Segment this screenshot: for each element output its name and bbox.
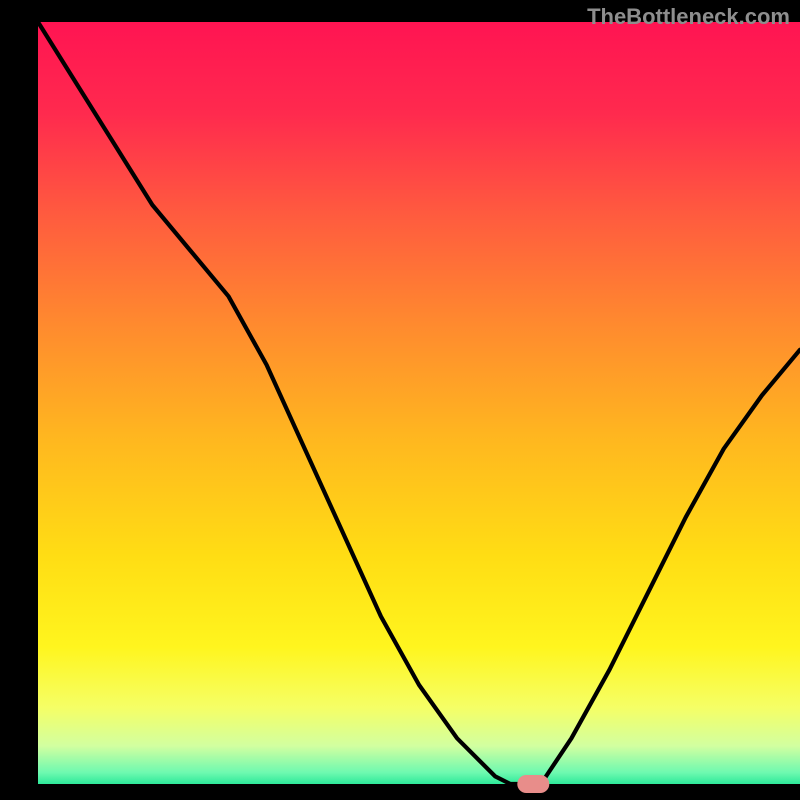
optimal-pill-marker [517, 775, 549, 793]
plot-area [38, 22, 800, 784]
chart-frame: TheBottleneck.com [0, 0, 800, 800]
watermark-text: TheBottleneck.com [587, 4, 790, 30]
chart-svg [0, 0, 800, 800]
